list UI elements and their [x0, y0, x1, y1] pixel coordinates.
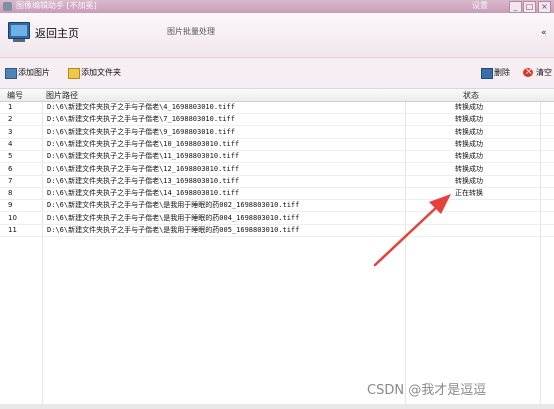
annotation-arrow-icon [373, 194, 451, 267]
watermark: CSDN @我才是逗逗 [367, 383, 487, 398]
status-bar [0, 404, 554, 409]
